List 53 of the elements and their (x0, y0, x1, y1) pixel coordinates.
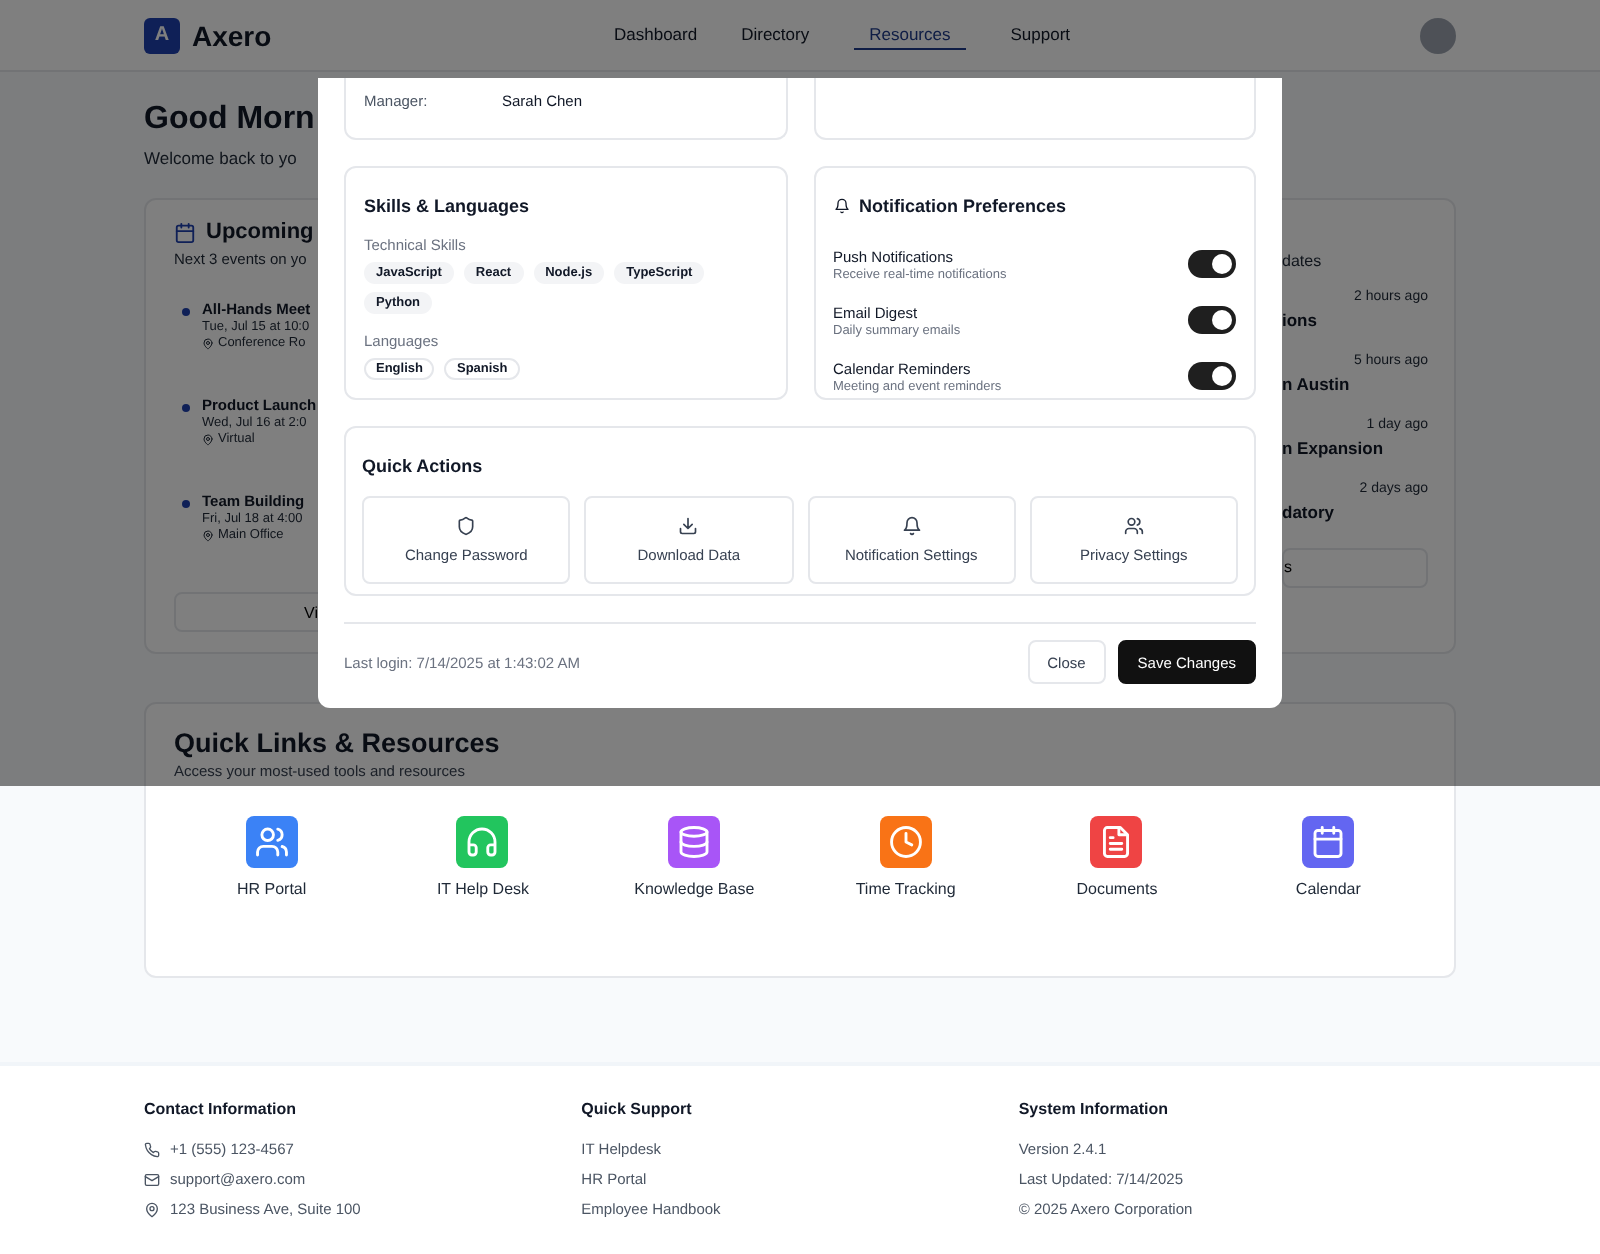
bell-icon (901, 516, 922, 536)
calendar-icon[interactable] (1302, 816, 1355, 868)
nav-tab[interactable]: Dashboard (614, 20, 698, 50)
link-label[interactable]: Calendar (1295, 880, 1361, 898)
greeting-subtitle: Welcome back to yo (144, 148, 297, 168)
section-title: Quick Links & Resources (174, 728, 502, 758)
card-subtitle: dates (1282, 252, 1322, 270)
clock-icon[interactable] (879, 816, 932, 868)
update-title[interactable]: n Austin (1282, 374, 1350, 394)
database-icon[interactable] (668, 816, 721, 868)
event-dot (182, 404, 190, 412)
toggle-switch[interactable] (1188, 250, 1236, 278)
toggle-switch[interactable] (1188, 306, 1236, 334)
event-dot (182, 308, 190, 316)
logo-icon[interactable]: A (144, 17, 180, 53)
people-icon (1123, 516, 1144, 536)
update-title[interactable]: n Expansion (1282, 438, 1384, 458)
footer-heading: System Information (1018, 1100, 1171, 1118)
download-icon (678, 516, 699, 536)
link-label[interactable]: Knowledge Base (634, 880, 755, 898)
update-title[interactable]: ions (1282, 310, 1317, 330)
card-title: Notification Preferences (859, 196, 1067, 216)
shield-icon (456, 516, 477, 536)
nav-tab[interactable]: Directory (741, 20, 810, 50)
document-icon[interactable] (1090, 816, 1143, 868)
card-title: Quick Actions (362, 456, 485, 476)
view-all-button[interactable]: s (1282, 547, 1428, 587)
location-pin-icon (144, 1201, 160, 1217)
mail-icon (144, 1171, 160, 1187)
headphones-icon[interactable] (456, 816, 509, 868)
phone-icon (144, 1141, 160, 1157)
bell-icon (833, 198, 849, 214)
location-pin-icon (202, 433, 214, 445)
footer-heading: Contact Information (144, 1100, 298, 1118)
link-label[interactable]: HR Portal (236, 880, 307, 898)
toggle-switch[interactable] (1188, 362, 1236, 390)
brand-name[interactable]: Axero (192, 19, 272, 51)
link-label[interactable]: Documents (1076, 880, 1158, 898)
people-icon[interactable] (245, 816, 298, 868)
avatar[interactable] (1420, 17, 1456, 53)
location-pin-icon (202, 337, 214, 349)
card-title: Skills & Languages (364, 196, 532, 216)
update-title[interactable]: datory (1282, 502, 1334, 522)
nav-tab[interactable]: Support (1010, 20, 1071, 50)
card-title: Upcoming (206, 220, 314, 244)
nav-tab[interactable]: Resources (853, 20, 967, 50)
event-dot (182, 500, 190, 508)
footer-heading: Quick Support (581, 1100, 694, 1118)
greeting-title: Good Morn (144, 100, 315, 140)
link-label[interactable]: Time Tracking (855, 880, 956, 898)
location-pin-icon (202, 529, 214, 541)
calendar-icon (174, 221, 196, 243)
link-label[interactable]: IT Help Desk (436, 880, 530, 898)
